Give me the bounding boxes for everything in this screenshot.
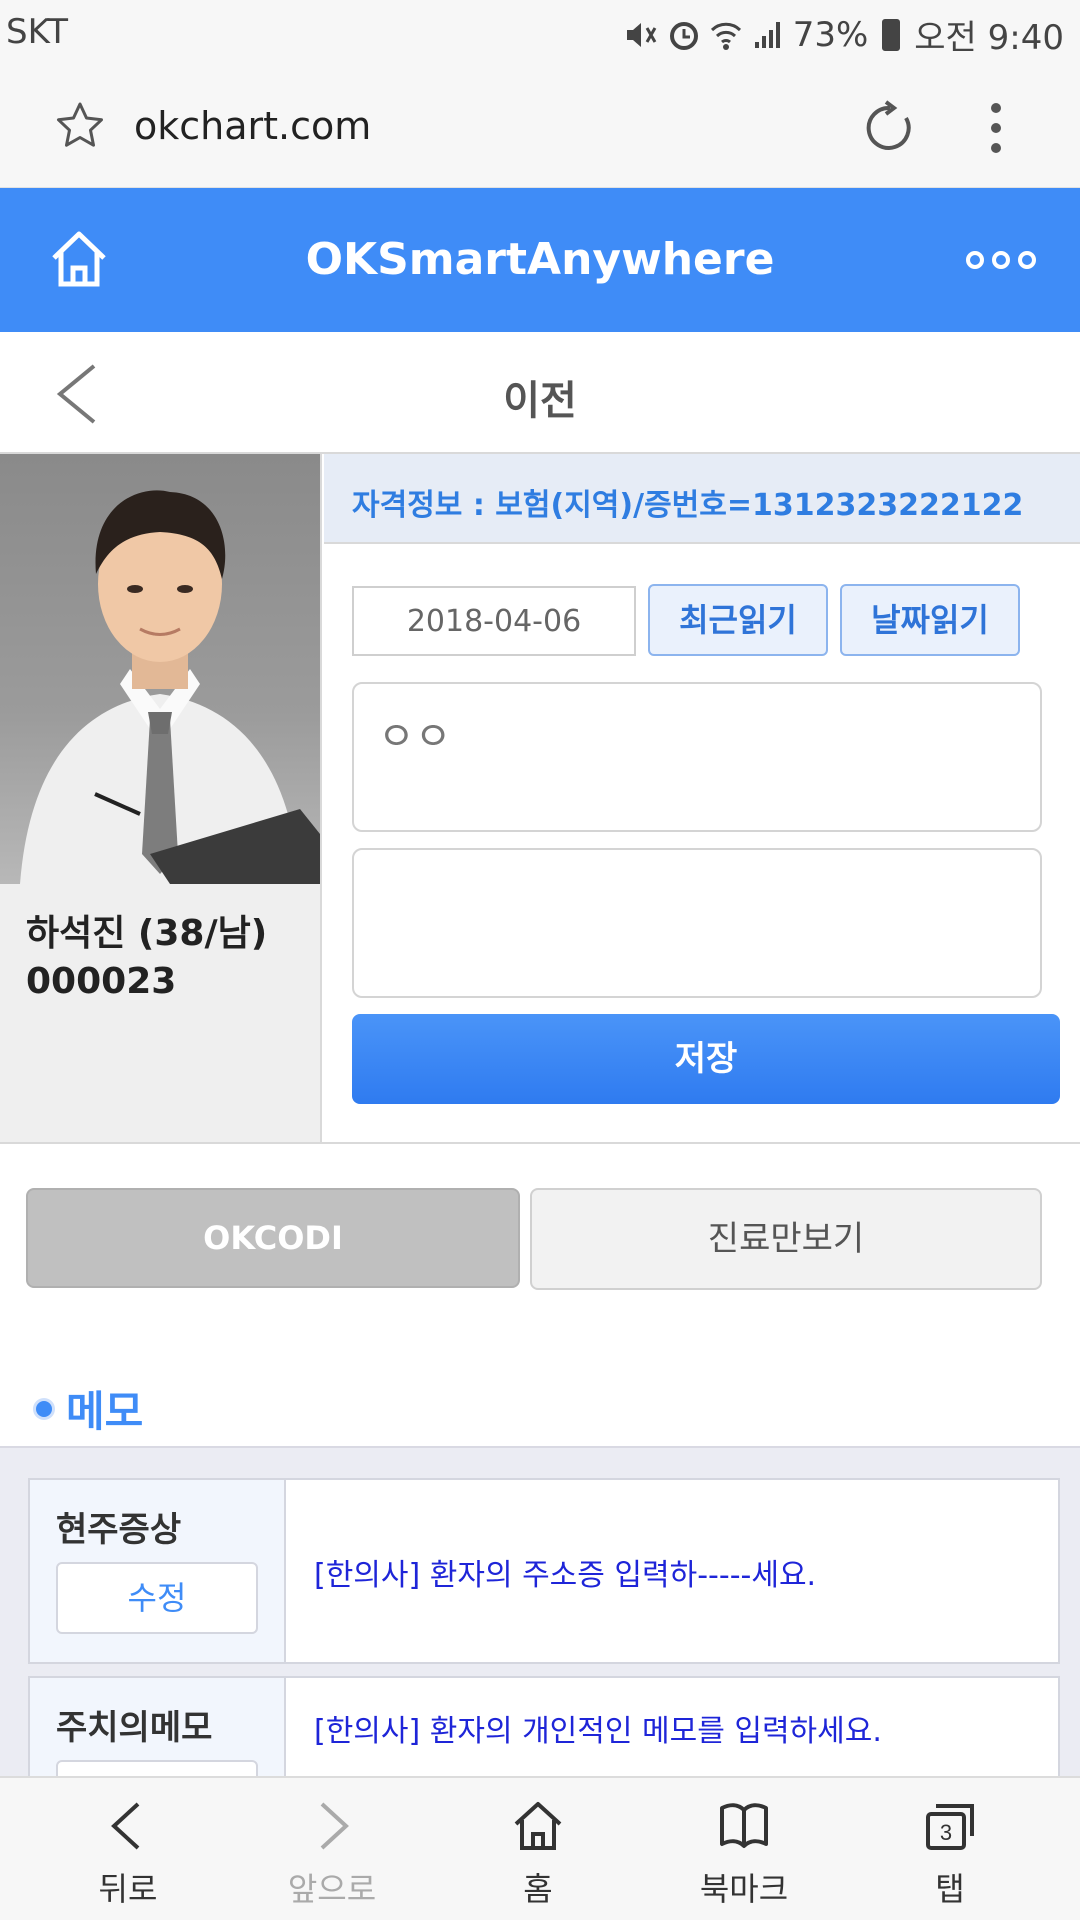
nav-forward-label: 앞으로 bbox=[287, 1870, 377, 1908]
status-icons: 73% 오전 9:40 bbox=[623, 10, 1064, 59]
chevron-left-icon bbox=[111, 1802, 140, 1850]
memo-edit-button[interactable]: 수정 bbox=[56, 1562, 258, 1634]
nav-home[interactable]: 홈 bbox=[448, 1778, 628, 1920]
qualification-bar: 자격정보 : 보험(지역)/증번호=1312323222122 bbox=[324, 454, 1080, 544]
view-only-button[interactable]: 진료만보기 bbox=[530, 1188, 1042, 1290]
patient-panel: 하석진 (38/남) 000023 자격정보 : 보험(지역)/증번호=1312… bbox=[0, 454, 1080, 1144]
browser-menu-icon[interactable] bbox=[976, 100, 1016, 156]
save-button[interactable]: 저장 bbox=[352, 1014, 1060, 1104]
tabs-icon: 3 bbox=[926, 1804, 974, 1850]
memo-row-text: [한의사] 환자의 개인적인 메모를 입력하세요. bbox=[314, 1714, 882, 1749]
tab-count: 3 bbox=[940, 1820, 952, 1845]
chevron-right-icon bbox=[320, 1802, 349, 1850]
mute-vibrate-icon bbox=[626, 22, 657, 47]
carrier-label: SKT bbox=[6, 12, 69, 52]
note-textarea-1[interactable]: ㅇㅇ bbox=[352, 682, 1042, 832]
battery-icon bbox=[882, 18, 901, 51]
memo-row-label-cell: 현주증상 수정 bbox=[30, 1480, 286, 1662]
memo-heading: 메모 bbox=[36, 1378, 143, 1439]
nav-back[interactable]: 뒤로 bbox=[38, 1778, 218, 1920]
nav-forward[interactable]: 앞으로 bbox=[242, 1778, 422, 1920]
battery-percent: 73% bbox=[792, 14, 869, 55]
app-header: OKSmartAnywhere bbox=[0, 188, 1080, 332]
note-textarea-2[interactable] bbox=[352, 848, 1042, 998]
nav-tabs-label: 탭 bbox=[935, 1870, 965, 1908]
qualification-text: 자격정보 : 보험(지역)/증번호=1312323222122 bbox=[352, 488, 1024, 523]
nav-bookmark[interactable]: 북마크 bbox=[654, 1778, 834, 1920]
memo-row-label: 주치의메모 bbox=[56, 1708, 213, 1748]
nav-back-label: 뒤로 bbox=[98, 1870, 158, 1908]
nav-tabs[interactable]: 3 탭 bbox=[860, 1778, 1040, 1920]
okcodi-button[interactable]: OKCODI bbox=[26, 1188, 520, 1288]
previous-bar[interactable]: 이전 bbox=[0, 332, 1080, 454]
memo-row-label: 현주증상 bbox=[56, 1510, 182, 1550]
date-input[interactable] bbox=[352, 586, 636, 656]
wifi-icon bbox=[710, 22, 741, 50]
signal-icon bbox=[754, 21, 780, 48]
more-menu-icon[interactable] bbox=[966, 238, 1058, 282]
date-read-button[interactable]: 날짜읽기 bbox=[840, 584, 1020, 656]
previous-label[interactable]: 이전 bbox=[0, 368, 1080, 426]
app-title: OKSmartAnywhere bbox=[305, 234, 775, 285]
url-text[interactable]: okchart.com bbox=[134, 104, 371, 148]
patient-info-column: 하석진 (38/남) 000023 bbox=[0, 454, 322, 1142]
home-icon bbox=[514, 1802, 562, 1850]
memo-row: 현주증상 수정 [한의사] 환자의 주소증 입력하-----세요. bbox=[28, 1478, 1060, 1664]
clock: 오전 9:40 bbox=[914, 18, 1064, 58]
patient-id: 000023 bbox=[26, 961, 177, 1002]
patient-edit-column: 자격정보 : 보험(지역)/증번호=1312323222122 최근읽기 날짜읽… bbox=[324, 454, 1080, 1142]
browser-bottom-toolbar: 뒤로 앞으로 홈 북마크 3 탭 bbox=[0, 1776, 1080, 1920]
alarm-icon bbox=[669, 21, 698, 50]
memo-row-text: [한의사] 환자의 주소증 입력하-----세요. bbox=[314, 1558, 817, 1593]
bookmark-star-icon[interactable] bbox=[54, 100, 106, 152]
recent-read-button[interactable]: 최근읽기 bbox=[648, 584, 828, 656]
browser-url-bar: okchart.com bbox=[0, 64, 1080, 188]
reload-icon[interactable] bbox=[862, 100, 918, 156]
status-bar: SKT 73% 오전 9:40 bbox=[0, 0, 1080, 64]
nav-home-label: 홈 bbox=[523, 1870, 553, 1908]
memo-list: 현주증상 수정 [한의사] 환자의 주소증 입력하-----세요. 주치의메모 … bbox=[0, 1446, 1080, 1876]
patient-name: 하석진 (38/남) bbox=[26, 913, 268, 954]
memo-title-text: 메모 bbox=[66, 1387, 144, 1436]
nav-bookmark-label: 북마크 bbox=[699, 1870, 789, 1908]
bullet-dot-icon bbox=[36, 1400, 52, 1417]
patient-photo bbox=[0, 454, 320, 884]
book-icon bbox=[720, 1803, 768, 1848]
patient-name-block: 하석진 (38/남) 000023 bbox=[26, 910, 267, 1006]
